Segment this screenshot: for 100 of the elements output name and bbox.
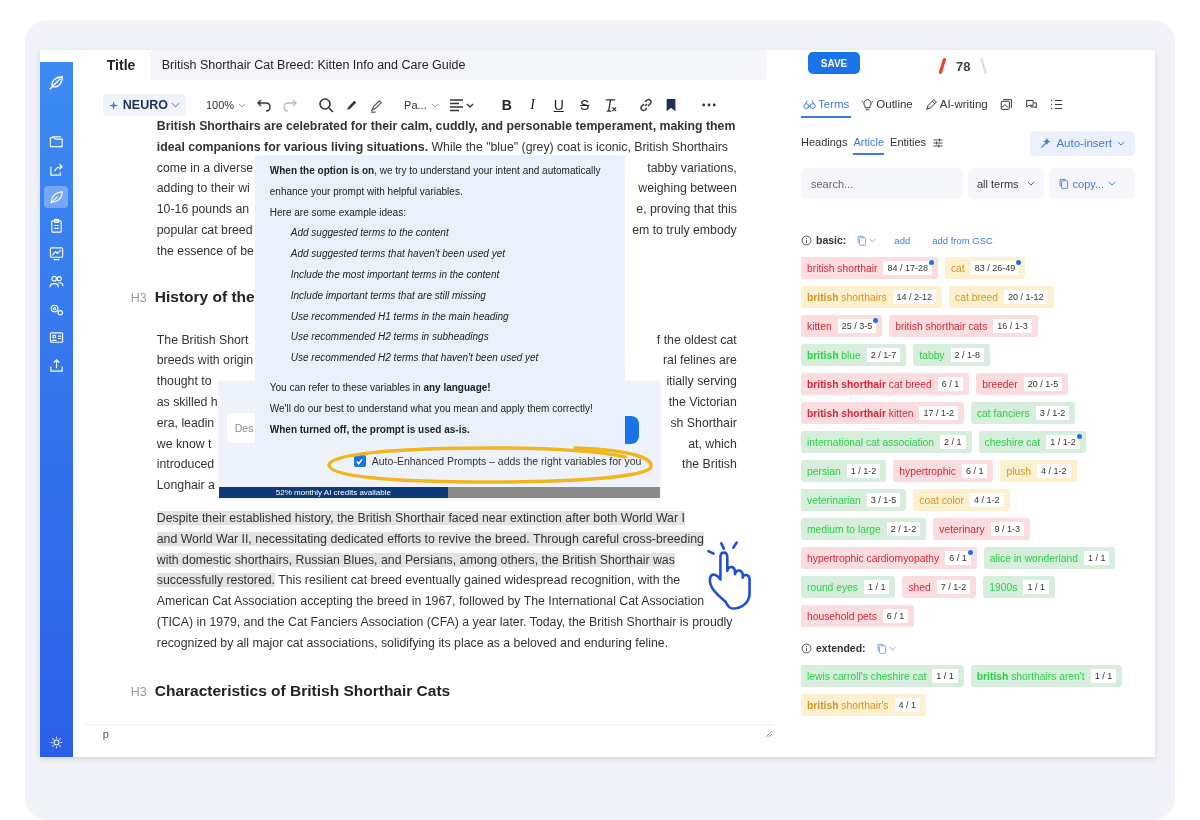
term-tag[interactable]: breeder 20 / 1-5 [976,373,1069,395]
copy-dropdown[interactable]: copy... [1048,168,1135,199]
term-tag[interactable]: lewis carroll's cheshire cat 1 / 1 [801,665,964,687]
term-tag[interactable]: tabby 2 / 1-8 [913,344,991,366]
term-label: shed [908,581,931,593]
search-icon[interactable] [318,97,335,114]
term-tag[interactable]: cat fanciers 3 / 1-2 [970,402,1076,424]
term-count: 16 / 1-3 [993,319,1032,333]
panel-tab[interactable]: Outline [859,92,915,118]
term-tag[interactable]: persian 1 / 1-2 [801,460,887,482]
term-tag[interactable]: alice in wonderland 1 / 1 [983,547,1116,569]
strike-button[interactable]: S [576,97,593,114]
tooltip-text: When turned off, the prompt is used as-is. [269,422,471,437]
caret-icon [869,237,877,243]
paragraph-line: This resilient cat breed eventually gained widespread recognition, with the [277,573,681,588]
term-tag[interactable]: british shorthair 84 / 17-28 [801,257,938,279]
term-tag[interactable]: british blue 2 / 1-7 [801,344,907,366]
selected-text: Despite their established history, the British Shorthair faced near extinction after both World War I [156,511,685,526]
term-label: cat [950,262,965,274]
term-tag[interactable]: 1900s 1 / 1 [983,576,1055,598]
copy-icon [875,642,887,654]
term-tag[interactable]: household pets 6 / 1 [801,605,915,627]
panel-tab[interactable]: AI-writing [922,92,990,118]
term-label: cat fanciers [976,407,1030,419]
term-count: 6 / 1 [882,609,909,623]
underline-button[interactable]: U [550,97,567,114]
auto-insert-button[interactable]: Auto-insert [1030,130,1135,156]
group-label: extended: [816,642,866,654]
term-label: household pets [807,610,877,622]
bold-button[interactable]: B [498,97,515,114]
info-icon[interactable] [801,642,812,654]
example-idea: Use recommended H1 terms in the main heading [289,309,510,324]
align-dropdown-icon[interactable] [448,97,475,114]
term-tag[interactable]: british shorthair cat breed 6 / 1 [801,373,970,395]
save-button[interactable]: SAVE [808,52,860,74]
sidebar-button[interactable] [44,186,69,208]
filter-icon[interactable] [932,137,945,149]
paragraph-line: e, proving that this [636,201,737,219]
term-tag[interactable]: shed 7 / 1-2 [902,576,977,598]
term-tag[interactable]: british shorthairs aren't 1 / 1 [970,665,1123,687]
term-label: cat breed [955,291,998,303]
term-tag[interactable]: british shorthair's 4 / 1 [801,694,927,716]
gauge-segment [980,57,989,75]
undo-icon[interactable] [256,97,273,114]
term-label: 1900s [989,581,1018,593]
selected-text: successfully restored. [156,573,275,588]
term-tag[interactable]: international cat association 2 / 1 [801,431,972,453]
term-count: 2 / 1-2 [886,522,921,536]
term-tag[interactable]: medium to large 2 / 1-2 [801,518,927,540]
term-count: 1 / 1-2 [1046,435,1080,449]
term-tag[interactable]: veterinary 9 / 1-3 [933,518,1031,540]
title-label: Title [106,57,137,73]
info-icon[interactable] [801,234,812,246]
term-tag[interactable]: cat 83 / 26-49 [944,257,1026,279]
more-icon[interactable] [701,103,716,108]
users-icon [48,273,64,289]
sun-icon[interactable] [49,736,63,749]
neuro-button[interactable]: NEURO [102,94,186,117]
link-icon[interactable] [637,97,654,114]
term-count: 6 / 1 [945,551,971,565]
search-field[interactable]: search... [801,168,963,199]
term-tag[interactable]: plush 4 / 1-2 [1000,460,1077,482]
italic-button[interactable]: I [524,97,541,114]
term-tag[interactable]: cat breed 20 / 1-12 [949,286,1054,308]
term-label: hypertrophic cardiomyopathy [807,552,940,564]
term-label: plush [1006,465,1032,477]
zoom-dropdown[interactable]: 100% [205,99,247,112]
view-tab[interactable]: Headings [801,131,848,155]
score-value: 78 [956,58,971,74]
chat-icon [1024,97,1038,111]
term-tag[interactable]: round eyes 1 / 1 [801,576,896,598]
term-tag[interactable]: coat color 4 / 1-2 [913,489,1010,511]
pen-icon [924,97,938,111]
term-tag[interactable]: british shorthair cats 16 / 1-3 [889,315,1038,337]
resize-handle-icon[interactable] [765,729,773,738]
filter-dropdown[interactable]: all terms [968,168,1044,199]
panel-tab[interactable]: Terms [801,92,852,118]
checkbox-label[interactable]: Auto-Enhanced Prompts – adds the right variables for you [371,455,642,467]
term-tag[interactable]: veterinarian 3 / 1-5 [801,489,907,511]
gauge-segment [938,57,946,75]
add-link[interactable]: add [894,234,911,246]
view-tab[interactable]: Entities [890,131,927,155]
view-tab[interactable]: Article [853,131,885,155]
title-field[interactable]: British Shorthair Cat Breed: Kitten Info and Care Guide [149,50,767,80]
term-tag[interactable]: kitten 25 / 3-5 [801,315,883,337]
pen-icon[interactable] [369,97,385,113]
term-tag[interactable]: cheshire cat 1 / 1-2 [978,431,1086,453]
term-count: 3 / 1-5 [866,493,901,507]
term-tag[interactable]: hypertrophic cardiomyopathy 6 / 1 [801,547,977,569]
tooltip-text: When the option is on, we try to understand your intent and automatically enhance your prompt with helpful variables. [269,164,602,199]
paragraph-line: thought to [156,373,212,391]
add-link[interactable]: add from GSC [932,234,993,246]
term-count: 2 / 1 [940,435,966,449]
term-tag[interactable]: hypertrophic 6 / 1 [893,460,994,482]
paragraph-style-dropdown[interactable]: Pa... [404,99,439,112]
term-count: 1 / 1 [1090,669,1117,683]
term-tag[interactable]: british shorthairs 14 / 2-12 [801,286,943,308]
term-tag[interactable]: british shorthair kitten 17 / 1-2 [801,402,964,424]
term-count: 1 / 1 [932,669,958,683]
paragraph-line: as skilled h [156,394,218,412]
